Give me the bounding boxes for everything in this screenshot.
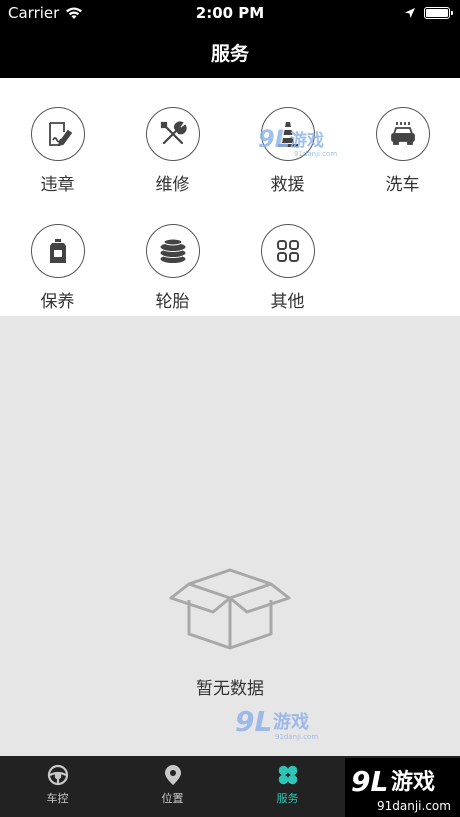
tab-location[interactable]: 位置 <box>115 756 230 817</box>
svg-text:游戏: 游戏 <box>290 130 324 151</box>
svg-text:9L: 9L <box>235 705 272 738</box>
clover-icon <box>278 765 297 785</box>
services-grid: 违章 维修 救援 洗车 保养 轮胎 其他 9L 游戏 91danji.com <box>0 78 460 316</box>
service-label: 保养 <box>40 292 75 312</box>
service-violation[interactable]: 违章 <box>0 107 115 195</box>
svg-text:91danji.com: 91danji.com <box>294 150 337 158</box>
service-car-wash[interactable]: 洗车 <box>345 107 460 195</box>
steering-wheel-icon <box>47 764 68 786</box>
service-label: 救援 <box>270 175 305 195</box>
svg-text:91danji.com: 91danji.com <box>377 799 451 813</box>
tab-vehicle-control[interactable]: 车控 <box>0 756 115 817</box>
watermark-corner: 9L 游戏 91danji.com <box>345 758 460 817</box>
svg-text:9L: 9L <box>258 125 290 153</box>
svg-text:9L: 9L <box>351 765 388 798</box>
battery-icon <box>424 7 453 19</box>
empty-state: 暂无数据 9L 游戏 91danji.com <box>0 316 460 756</box>
status-bar: Carrier 2:00 PM <box>0 0 460 26</box>
empty-box-icon <box>169 568 291 650</box>
violation-icon <box>30 107 85 161</box>
svg-text:91danji.com: 91danji.com <box>275 733 318 741</box>
oil-can-icon <box>30 224 85 278</box>
carrier-label: Carrier <box>8 4 60 22</box>
service-label: 违章 <box>40 175 75 195</box>
car-wash-icon <box>375 107 430 161</box>
service-label: 洗车 <box>385 175 420 195</box>
status-right <box>404 7 453 19</box>
tab-label: 位置 <box>161 792 184 805</box>
service-tire[interactable]: 轮胎 <box>115 224 230 312</box>
tab-services[interactable]: 服务 <box>230 756 345 817</box>
svg-text:游戏: 游戏 <box>273 711 309 733</box>
service-repair[interactable]: 维修 <box>115 107 230 195</box>
watermark-logo: 9L 游戏 91danji.com <box>258 125 337 158</box>
service-other[interactable]: 其他 <box>230 224 345 312</box>
watermark-logo: 9L 游戏 91danji.com <box>235 705 318 741</box>
empty-text: 暂无数据 <box>196 679 264 699</box>
svg-text:游戏: 游戏 <box>391 769 435 795</box>
tab-label: 车控 <box>46 792 69 805</box>
grid-icon <box>260 224 315 278</box>
service-label: 其他 <box>270 292 305 312</box>
location-arrow-icon <box>405 8 415 18</box>
tire-icon <box>145 224 200 278</box>
repair-tools-icon <box>145 107 200 161</box>
service-label: 轮胎 <box>155 292 190 312</box>
location-pin-icon <box>164 765 181 785</box>
nav-bar: 服务 <box>0 26 460 78</box>
wifi-icon <box>66 7 83 19</box>
tab-label: 服务 <box>276 792 299 805</box>
service-maintenance[interactable]: 保养 <box>0 224 115 312</box>
page-title: 服务 <box>210 42 249 65</box>
service-label: 维修 <box>155 175 190 195</box>
status-left: Carrier <box>8 4 83 22</box>
